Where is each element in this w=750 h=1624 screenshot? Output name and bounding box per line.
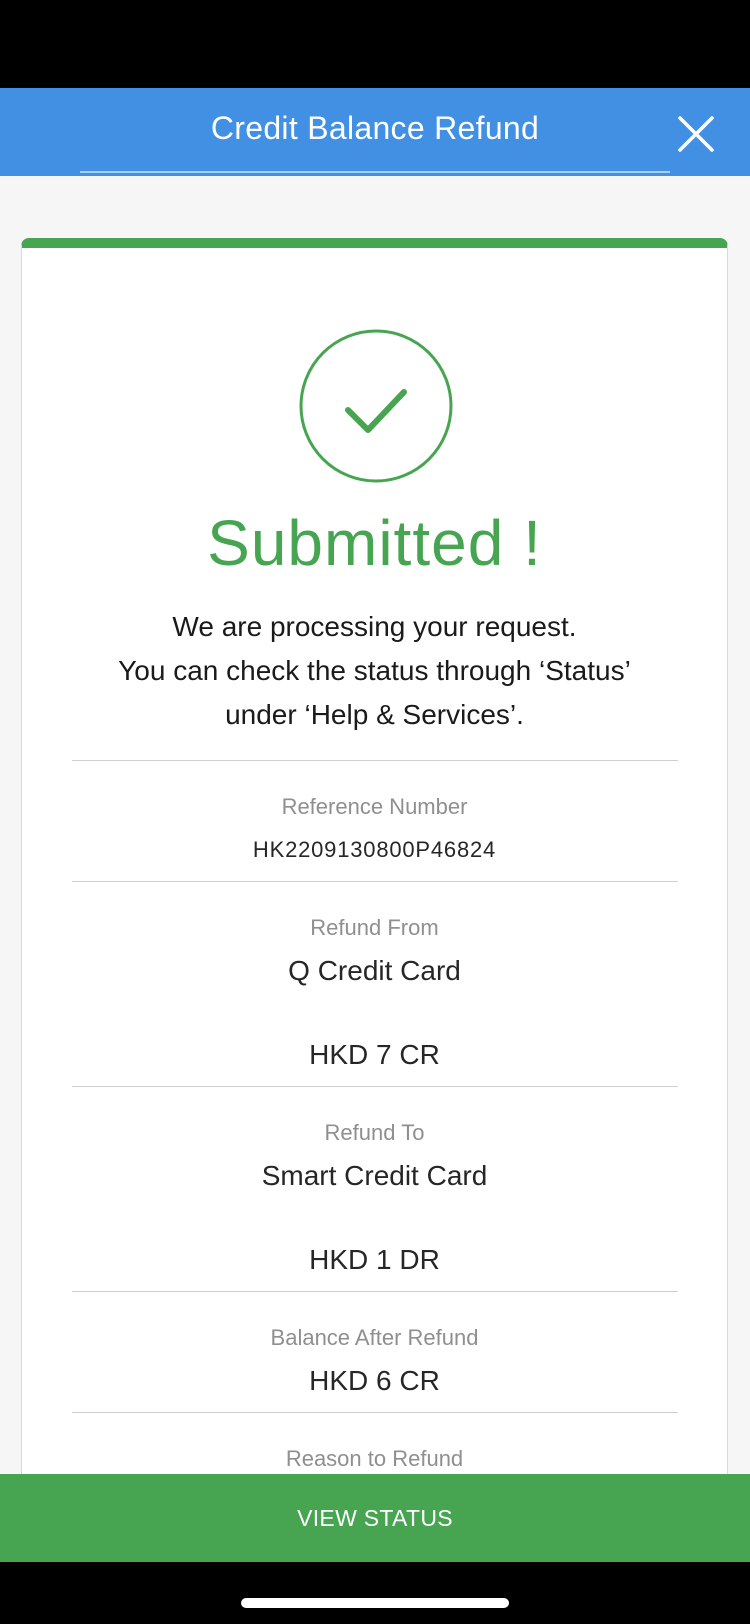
refund-from-amount: HKD 7 CR xyxy=(309,1039,440,1070)
refund-to-card: Smart Credit Card xyxy=(261,1160,488,1191)
page-title: Credit Balance Refund xyxy=(210,110,540,146)
view-status-button[interactable]: VIEW STATUS xyxy=(0,1474,750,1562)
title-underline xyxy=(80,171,670,173)
submitted-heading: Submitted ! xyxy=(207,507,542,579)
balance-after-amount: HKD 6 CR xyxy=(309,1365,440,1396)
checkmark-circle-icon xyxy=(299,329,453,483)
divider xyxy=(72,881,678,882)
refund-from-card: Q Credit Card xyxy=(288,955,461,986)
home-indicator[interactable] xyxy=(241,1598,509,1608)
reason-label: Reason to Refund xyxy=(285,1446,464,1471)
reference-number-label: Reference Number xyxy=(281,794,468,819)
close-icon xyxy=(678,116,714,152)
message-line: We are processing your request. xyxy=(172,611,577,642)
confirmation-card: Submitted ! We are processing your reque… xyxy=(21,238,728,1476)
home-indicator-area xyxy=(0,1562,750,1624)
reference-number-value: HK2209130800P46824 xyxy=(252,837,497,862)
divider xyxy=(72,1291,678,1292)
refund-from-label: Refund From xyxy=(310,915,439,940)
refund-to-amount: HKD 1 DR xyxy=(309,1244,440,1275)
divider xyxy=(72,1086,678,1087)
processing-message: We are processing your request. You can … xyxy=(22,605,727,737)
divider xyxy=(72,760,678,761)
close-button[interactable] xyxy=(668,106,724,162)
divider xyxy=(72,1412,678,1413)
header-bar: Credit Balance Refund xyxy=(0,88,750,176)
success-indicator xyxy=(298,328,454,484)
message-line: under ‘Help & Services’. xyxy=(225,699,524,730)
refund-to-label: Refund To xyxy=(324,1120,425,1145)
status-bar xyxy=(0,0,750,88)
message-line: You can check the status through ‘Status… xyxy=(118,655,631,686)
balance-after-label: Balance After Refund xyxy=(270,1325,479,1350)
